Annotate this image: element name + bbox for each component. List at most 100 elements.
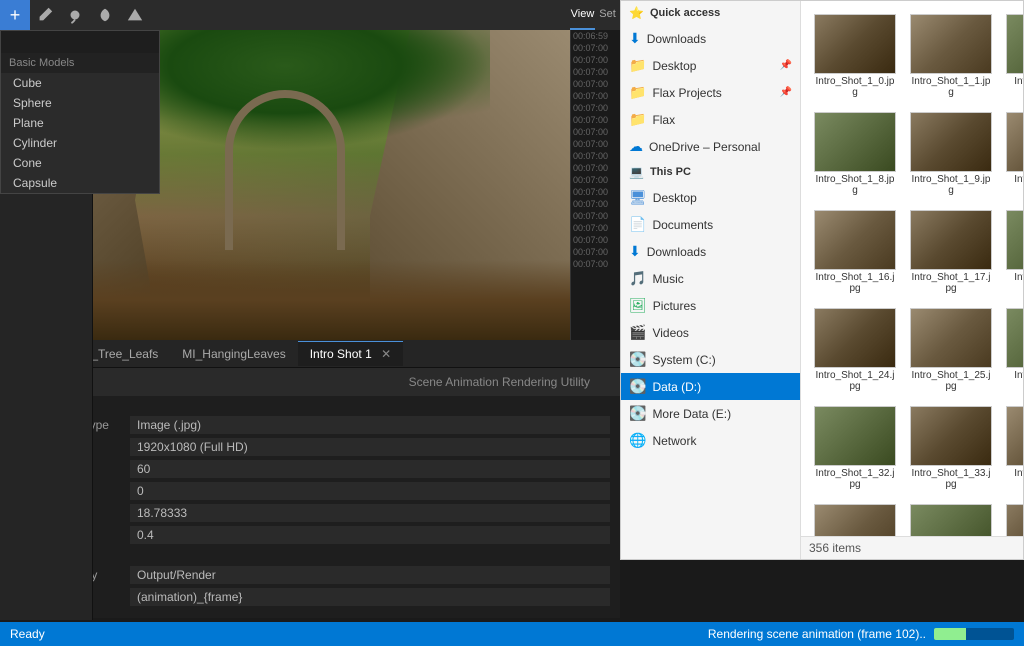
tab-settings[interactable]: Set <box>595 0 620 30</box>
tab-intro-shot-1[interactable]: Intro Shot 1 ✕ <box>298 341 403 366</box>
file-thumbnail[interactable]: Intro_Shot_1_8.jpg <box>809 107 901 201</box>
pencil-tool-button[interactable] <box>30 0 60 30</box>
add-button[interactable]: + <box>0 0 30 30</box>
thumbnail-label: Intro_Sho... pg <box>1014 272 1023 283</box>
file-thumbnail[interactable]: Intro_Shot_1_0.jpg <box>809 9 901 103</box>
file-browser-layout: ⭐ Quick access⬇ Downloads📁 Desktop📌📁 Fla… <box>621 1 1023 559</box>
file-nav-item[interactable]: 📄 Documents <box>621 211 800 238</box>
property-value: 0.4 <box>130 526 610 544</box>
thumbnail-image <box>1006 14 1023 74</box>
file-nav-item[interactable]: 📁 Flax <box>621 106 800 133</box>
dropdown-cylinder[interactable]: Cylinder <box>1 133 159 153</box>
thumbnail-label: Intro_Sho... pg <box>1014 76 1023 87</box>
dropdown-capsule[interactable]: Capsule <box>1 173 159 193</box>
file-thumbnail[interactable]: Intro_Shot_1_9.jpg <box>905 107 997 201</box>
file-nav-item[interactable]: ☁ OneDrive – Personal <box>621 133 800 160</box>
thumbnail-image <box>814 504 896 536</box>
file-nav-item[interactable]: 🖥 Desktop <box>621 184 800 211</box>
leaf-tool-button[interactable] <box>90 0 120 30</box>
tab-intro-shot-1-label: Intro Shot 1 <box>310 347 372 361</box>
thumbnail-label: Intro_Shot_1_16.jpg <box>814 272 896 294</box>
file-thumbnail[interactable]: Intro_Sho... pg <box>1001 303 1023 397</box>
log-line: 00:07:00 <box>571 66 620 78</box>
search-input[interactable]: Search <box>9 35 151 49</box>
thumbnail-label: Intro_Shot_1_9.jpg <box>910 174 992 196</box>
log-lines-container: 00:06:5900:07:0000:07:0000:07:0000:07:00… <box>571 30 620 270</box>
dropdown-cone[interactable]: Cone <box>1 153 159 173</box>
tab-close-button[interactable]: ✕ <box>381 347 391 361</box>
file-nav-item[interactable]: 💽 Data (D:) <box>621 373 800 400</box>
file-nav-item[interactable]: 🖼 Pictures <box>621 292 800 319</box>
dropdown-cube[interactable]: Cube <box>1 73 159 93</box>
thumbnail-label: Intro_Sho... pg <box>1014 468 1023 479</box>
file-nav-section[interactable]: 💻 This PC <box>621 160 800 184</box>
file-nav-item[interactable]: 🎬 Videos <box>621 319 800 346</box>
thumbnail-image <box>1006 112 1023 172</box>
toolbar: + <box>0 0 570 30</box>
file-nav-item[interactable]: ⬇ Downloads <box>621 238 800 265</box>
thumbnail-image <box>910 210 992 270</box>
ready-status: Ready <box>10 627 45 641</box>
tab-view[interactable]: View <box>570 0 595 30</box>
file-thumbnail[interactable]: Intro_Shot_1_41.jpg <box>905 499 997 536</box>
brush-tool-button[interactable] <box>60 0 90 30</box>
log-line: 00:07:00 <box>571 138 620 150</box>
file-thumbnail[interactable]: Intro_Shot_1_16.jpg <box>809 205 901 299</box>
file-thumbnail[interactable]: Intro_Shot_1_32.jpg <box>809 401 901 495</box>
thumbnail-label: Intro_Shot_1_17.jpg <box>910 272 992 294</box>
thumbnail-label: Intro_Shot_1_1.jpg <box>910 76 992 98</box>
file-nav-section[interactable]: ⭐ Quick access <box>621 1 800 25</box>
log-line: 00:07:00 <box>571 162 620 174</box>
file-status-bar: 356 items <box>801 536 1023 559</box>
thumbnail-label: Intro_Shot_1_0.jpg <box>814 76 896 98</box>
thumbnail-label: Intro_Shot_1_33.jpg <box>910 468 992 490</box>
properties-container: Video Output Type Image (.jpg) Resolutio… <box>0 414 620 546</box>
thumbnail-image <box>814 210 896 270</box>
log-line: 00:07:00 <box>571 126 620 138</box>
file-thumbnail[interactable]: Intro_Shot_1_33.jpg <box>905 401 997 495</box>
file-thumbnail[interactable]: Intro_Shot_1_1.jpg <box>905 9 997 103</box>
tab-bar: Content MI_Tree_Leafs MI_HangingLeaves I… <box>0 340 620 368</box>
file-nav-item[interactable]: 📁 Flax Projects📌 <box>621 79 800 106</box>
log-line: 00:07:00 <box>571 114 620 126</box>
log-line: 00:07:00 <box>571 198 620 210</box>
file-nav-item[interactable]: 📁 Desktop📌 <box>621 52 800 79</box>
file-browser: ⭐ Quick access⬇ Downloads📁 Desktop📌📁 Fla… <box>620 0 1024 560</box>
dropdown-plane[interactable]: Plane <box>1 113 159 133</box>
file-nav-item[interactable]: 🌐 Network <box>621 427 800 454</box>
thumbnail-label: Intro_Shot_1_32.jpg <box>814 468 896 490</box>
file-nav-item[interactable]: ⬇ Downloads <box>621 25 800 52</box>
rendering-status: Rendering scene animation (frame 102).. <box>708 627 926 641</box>
file-thumbnail[interactable]: Intro_Shot_1_25.jpg <box>905 303 997 397</box>
property-row: Video Output Type Image (.jpg) <box>0 414 620 436</box>
file-thumbnail[interactable]: Intro_Shot_1_24.jpg <box>809 303 901 397</box>
arch <box>225 90 345 250</box>
output-property-row: Filename (animation)_{frame} <box>0 586 620 608</box>
file-nav: ⭐ Quick access⬇ Downloads📁 Desktop📌📁 Fla… <box>621 1 801 559</box>
log-line: 00:07:00 <box>571 174 620 186</box>
basic-models-label: Basic Models <box>1 53 159 73</box>
output-property-value: Output/Render <box>130 566 610 584</box>
search-dropdown: Search Basic Models Cube Sphere Plane Cy… <box>0 30 160 194</box>
file-thumbnail[interactable]: Intro_Sho... pg <box>1001 205 1023 299</box>
file-nav-item[interactable]: 💽 System (C:) <box>621 346 800 373</box>
file-nav-item[interactable]: 🎵 Music <box>621 265 800 292</box>
tab-mi-hanging-leaves[interactable]: MI_HangingLeaves <box>170 342 297 366</box>
search-input-row: Search <box>1 31 159 53</box>
dropdown-sphere[interactable]: Sphere <box>1 93 159 113</box>
file-thumbnail[interactable]: Intro_Shot_1_17.jpg <box>905 205 997 299</box>
file-thumbnail[interactable]: Intro_Sho... pg <box>1001 401 1023 495</box>
output-label: Output <box>0 546 620 564</box>
file-thumbnail[interactable]: Intro_Sho... pg <box>1001 499 1023 536</box>
options-label: Options <box>0 396 620 414</box>
file-nav-item[interactable]: 💽 More Data (E:) <box>621 400 800 427</box>
log-line: 00:07:00 <box>571 234 620 246</box>
log-line: 00:07:00 <box>571 90 620 102</box>
thumbnail-image <box>814 14 896 74</box>
file-thumbnail[interactable]: Intro_Shot_1_40.jpg <box>809 499 901 536</box>
property-value: 18.78333 <box>130 504 610 522</box>
panel-title: Scene Animation Rendering Utility <box>409 375 610 389</box>
file-thumbnail[interactable]: Intro_Sho... pg <box>1001 107 1023 201</box>
file-thumbnail[interactable]: Intro_Sho... pg <box>1001 9 1023 103</box>
mountain-tool-button[interactable] <box>120 0 150 30</box>
